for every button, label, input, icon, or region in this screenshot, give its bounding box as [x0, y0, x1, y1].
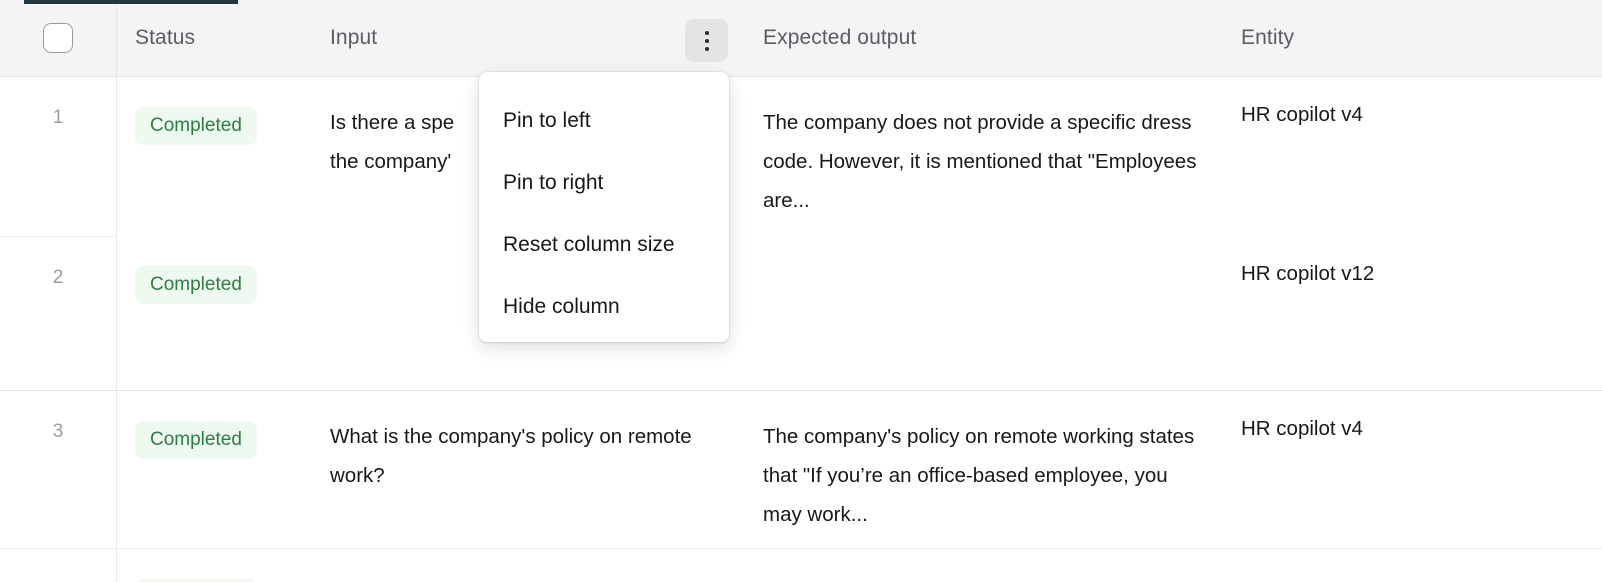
status-badge: Completed [135, 266, 257, 304]
row-entity-cell[interactable]: HR copilot v4 [1240, 77, 1602, 236]
column-header-input-label: Input [330, 26, 378, 49]
row-status-cell: Completed [117, 236, 329, 390]
row-number: 3 [52, 421, 64, 442]
row-expected-output-cell[interactable]: The company's policy on remote working s… [762, 391, 1240, 548]
row-status-cell: Completed [117, 549, 329, 582]
menu-item-pin-to-right[interactable]: Pin to right [479, 152, 729, 214]
select-all-checkbox[interactable] [43, 23, 73, 53]
kebab-menu-icon[interactable] [685, 19, 728, 62]
menu-item-hide-column-label: Hide column [503, 295, 620, 318]
row-expected-output-text: The company does not provide a specific … [763, 111, 1197, 212]
row-status-cell: Completed [117, 391, 329, 548]
row-entity-text: HR copilot v4 [1241, 103, 1363, 126]
kebab-dot-3 [704, 46, 709, 51]
row-input-cell[interactable]: What is the company's policy on remote w… [329, 391, 762, 548]
column-header-entity[interactable]: Entity [1240, 0, 1602, 76]
row-expected-output-cell[interactable]: The company does not provide a specific … [762, 77, 1240, 236]
status-badge: Completed [135, 421, 257, 459]
column-header-expected-output[interactable]: Expected output [762, 0, 1240, 76]
row-number: 1 [52, 107, 64, 128]
select-all-header-cell [0, 0, 117, 76]
table-row[interactable]: Completed [0, 549, 1602, 582]
menu-item-pin-to-left[interactable]: Pin to left [479, 90, 729, 152]
data-grid-screen: Status Input Expected output Entity 1 Co… [0, 0, 1602, 582]
menu-item-reset-column-size[interactable]: Reset column size [479, 214, 729, 276]
row-entity-cell[interactable]: HR copilot v12 [1240, 236, 1602, 390]
table-row[interactable]: 1 Completed Is there a spe the company' … [0, 77, 1602, 236]
row-expected-output-cell[interactable] [762, 236, 1240, 390]
row-entity-cell[interactable]: HR copilot v4 [1240, 391, 1602, 548]
column-header-status[interactable]: Status [117, 0, 329, 76]
column-header-status-label: Status [135, 26, 196, 49]
row-expected-output-text: The company's policy on remote working s… [763, 425, 1195, 526]
column-context-menu: Pin to left Pin to right Reset column si… [479, 72, 729, 342]
row-number-cell [0, 549, 117, 582]
menu-item-pin-to-right-label: Pin to right [503, 171, 604, 194]
grid-body: 1 Completed Is there a spe the company' … [0, 77, 1602, 582]
row-entity-text: HR copilot v4 [1241, 417, 1363, 440]
table-row[interactable]: 3 Completed What is the company's policy… [0, 391, 1602, 549]
kebab-dot-2 [704, 38, 709, 43]
active-tab-indicator [24, 0, 238, 4]
row-number-cell: 3 [0, 391, 117, 548]
row-status-cell: Completed [117, 77, 329, 236]
menu-item-hide-column[interactable]: Hide column [479, 276, 729, 338]
column-header-expected-output-label: Expected output [763, 26, 917, 49]
table-row[interactable]: 2 Completed HR copilot v12 [0, 236, 1602, 391]
row-input-text: What is the company's policy on remote w… [330, 425, 692, 487]
row-number-cell: 1 [0, 77, 117, 236]
row-number: 2 [52, 267, 64, 288]
column-header-entity-label: Entity [1241, 26, 1295, 49]
menu-item-reset-column-size-label: Reset column size [503, 233, 675, 256]
menu-item-pin-to-left-label: Pin to left [503, 109, 591, 132]
grid-header-row: Status Input Expected output Entity [0, 0, 1602, 77]
row-entity-text: HR copilot v12 [1241, 262, 1375, 285]
row-number-cell: 2 [0, 236, 117, 390]
status-badge: Completed [135, 107, 257, 145]
kebab-dot-1 [704, 30, 709, 35]
